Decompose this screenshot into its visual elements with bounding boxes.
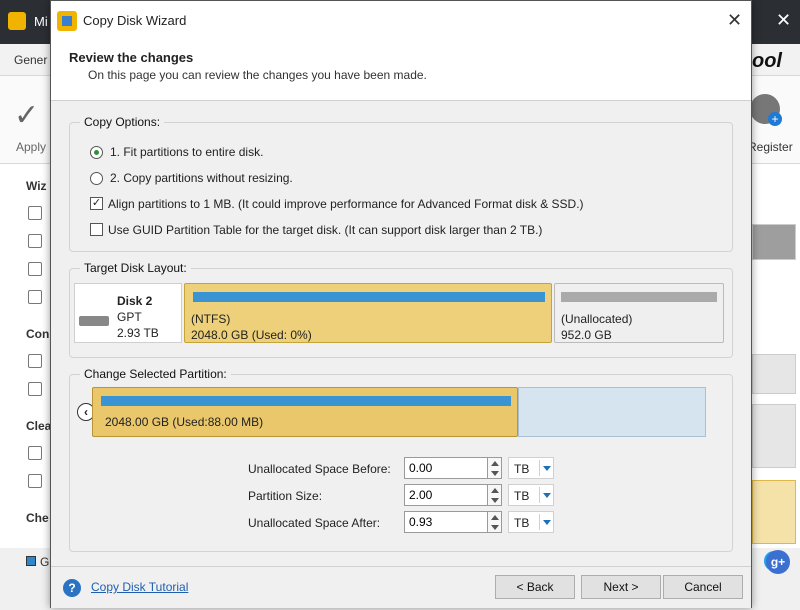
background-disk-block bbox=[752, 224, 796, 260]
close-icon[interactable]: ✕ bbox=[727, 10, 742, 31]
sidebar-convert-icon-1[interactable] bbox=[28, 354, 42, 368]
page-subtitle: On this page you can review the changes … bbox=[88, 68, 427, 82]
align-partitions-label[interactable]: Align partitions to 1 MB. (It could impr… bbox=[108, 197, 584, 211]
sidebar-clean-icon-1[interactable] bbox=[28, 446, 42, 460]
copy-disk-tutorial-link[interactable]: Copy Disk Tutorial bbox=[91, 580, 188, 594]
selected-partition-block[interactable]: 2048.00 GB (Used:88.00 MB) bbox=[92, 387, 518, 437]
page-title: Review the changes bbox=[69, 50, 194, 65]
sidebar-clean-icon-2[interactable] bbox=[28, 474, 42, 488]
target-layout-legend: Target Disk Layout: bbox=[80, 261, 191, 275]
space-after-label: Unallocated Space After: bbox=[248, 516, 381, 530]
fit-partitions-label[interactable]: 1. Fit partitions to entire disk. bbox=[110, 145, 263, 159]
sidebar-convert-icon-2[interactable] bbox=[28, 382, 42, 396]
partition-size-input[interactable] bbox=[404, 484, 488, 506]
unallocated-partition-block[interactable]: (Unallocated) 952.0 GB bbox=[554, 283, 724, 343]
dialog-title-bar: Copy Disk Wizard ✕ bbox=[51, 1, 751, 41]
space-after-unit: TB bbox=[514, 516, 530, 530]
unallocated-bar bbox=[561, 292, 717, 302]
sidebar-wizard-icon-2[interactable] bbox=[28, 234, 42, 248]
partition-size-unit-select[interactable]: TB bbox=[508, 484, 554, 506]
ntfs-usage-bar bbox=[193, 292, 545, 302]
unallocated-label: (Unallocated) bbox=[561, 312, 633, 326]
sidebar-section-convert: Con bbox=[26, 327, 50, 341]
use-guid-checkbox[interactable] bbox=[90, 223, 103, 236]
background-right-panel bbox=[750, 164, 800, 564]
background-disk-block bbox=[752, 404, 796, 468]
space-before-spinner[interactable] bbox=[488, 457, 502, 479]
cancel-button[interactable]: Cancel bbox=[663, 575, 743, 599]
space-before-label: Unallocated Space Before: bbox=[248, 462, 391, 476]
unallocated-size: 952.0 GB bbox=[561, 328, 612, 342]
dialog-title: Copy Disk Wizard bbox=[83, 13, 187, 28]
partition-size-spinner[interactable] bbox=[488, 484, 502, 506]
background-sidebar: Wiz Con Clea Che bbox=[0, 164, 52, 564]
sidebar-wizard-icon-1[interactable] bbox=[28, 206, 42, 220]
ntfs-partition-size: 2048.0 GB (Used: 0%) bbox=[191, 328, 312, 342]
background-disk-block bbox=[752, 354, 796, 394]
background-app-title: Mi bbox=[34, 14, 48, 29]
dialog-footer: ? Copy Disk Tutorial < Back Next > Cance… bbox=[51, 566, 751, 608]
copy-without-resize-label[interactable]: 2. Copy partitions without resizing. bbox=[110, 171, 293, 185]
back-button[interactable]: < Back bbox=[495, 575, 575, 599]
fit-partitions-radio[interactable] bbox=[90, 146, 103, 159]
disk-type: GPT bbox=[117, 310, 142, 324]
apply-button[interactable]: Apply bbox=[16, 140, 46, 154]
space-after-input[interactable] bbox=[404, 511, 488, 533]
sidebar-section-check: Che bbox=[26, 511, 49, 525]
sidebar-wizard-icon-3[interactable] bbox=[28, 262, 42, 276]
legend-swatch-icon bbox=[26, 556, 36, 566]
selected-free-space-block[interactable] bbox=[518, 387, 706, 437]
space-after-unit-select[interactable]: TB bbox=[508, 511, 554, 533]
copy-disk-wizard-dialog: Copy Disk Wizard ✕ Review the changes On… bbox=[50, 0, 752, 608]
target-disk-layout-group: Target Disk Layout: Disk 2 GPT 2.93 TB (… bbox=[69, 261, 733, 358]
hard-disk-icon bbox=[79, 316, 109, 326]
disk-size: 2.93 TB bbox=[117, 326, 159, 340]
next-button[interactable]: Next > bbox=[581, 575, 661, 599]
align-partitions-checkbox[interactable]: ✓ bbox=[90, 197, 103, 210]
background-brand-logo: ool bbox=[752, 50, 782, 72]
change-partition-legend: Change Selected Partition: bbox=[80, 367, 231, 381]
space-before-input[interactable] bbox=[404, 457, 488, 479]
selected-partition-bar bbox=[101, 396, 511, 406]
help-icon[interactable]: ? bbox=[63, 579, 81, 597]
ntfs-partition-label: (NTFS) bbox=[191, 312, 231, 326]
dropdown-arrow-icon[interactable] bbox=[539, 460, 553, 476]
register-button[interactable]: Register bbox=[748, 140, 793, 154]
ntfs-partition-block[interactable]: (NTFS) 2048.0 GB (Used: 0%) bbox=[184, 283, 552, 343]
change-partition-group: Change Selected Partition: ‹ 2048.00 GB … bbox=[69, 367, 733, 552]
use-guid-label[interactable]: Use GUID Partition Table for the target … bbox=[108, 223, 542, 237]
partition-size-unit: TB bbox=[514, 489, 530, 503]
sidebar-section-clean: Clea bbox=[26, 419, 52, 433]
apply-check-icon[interactable]: ✓ bbox=[14, 98, 39, 133]
copy-options-legend: Copy Options: bbox=[80, 115, 165, 129]
copy-options-group: Copy Options: 1. Fit partitions to entir… bbox=[69, 115, 733, 252]
app-logo-icon bbox=[8, 12, 26, 30]
legend-text: G bbox=[40, 555, 50, 569]
sidebar-wizard-icon-4[interactable] bbox=[28, 290, 42, 304]
space-after-spinner[interactable] bbox=[488, 511, 502, 533]
dropdown-arrow-icon[interactable] bbox=[539, 487, 553, 503]
dropdown-arrow-icon[interactable] bbox=[539, 514, 553, 530]
background-disk-block bbox=[752, 480, 796, 544]
sidebar-section-wizard: Wiz bbox=[26, 179, 47, 193]
register-plus-icon: + bbox=[768, 112, 782, 126]
page-header: Review the changes On this page you can … bbox=[51, 41, 751, 101]
selected-partition-label: 2048.00 GB (Used:88.00 MB) bbox=[105, 415, 264, 429]
partition-size-label: Partition Size: bbox=[248, 489, 323, 503]
space-before-unit: TB bbox=[514, 462, 530, 476]
space-before-unit-select[interactable]: TB bbox=[508, 457, 554, 479]
background-close-icon[interactable]: ✕ bbox=[776, 10, 791, 31]
wizard-app-icon bbox=[57, 11, 77, 31]
target-disk-card[interactable]: Disk 2 GPT 2.93 TB bbox=[74, 283, 182, 343]
background-menu-general[interactable]: Gener bbox=[14, 53, 47, 67]
copy-without-resize-radio[interactable] bbox=[90, 172, 103, 185]
google-plus-icon[interactable]: g+ bbox=[766, 550, 790, 574]
disk-name: Disk 2 bbox=[117, 294, 153, 308]
